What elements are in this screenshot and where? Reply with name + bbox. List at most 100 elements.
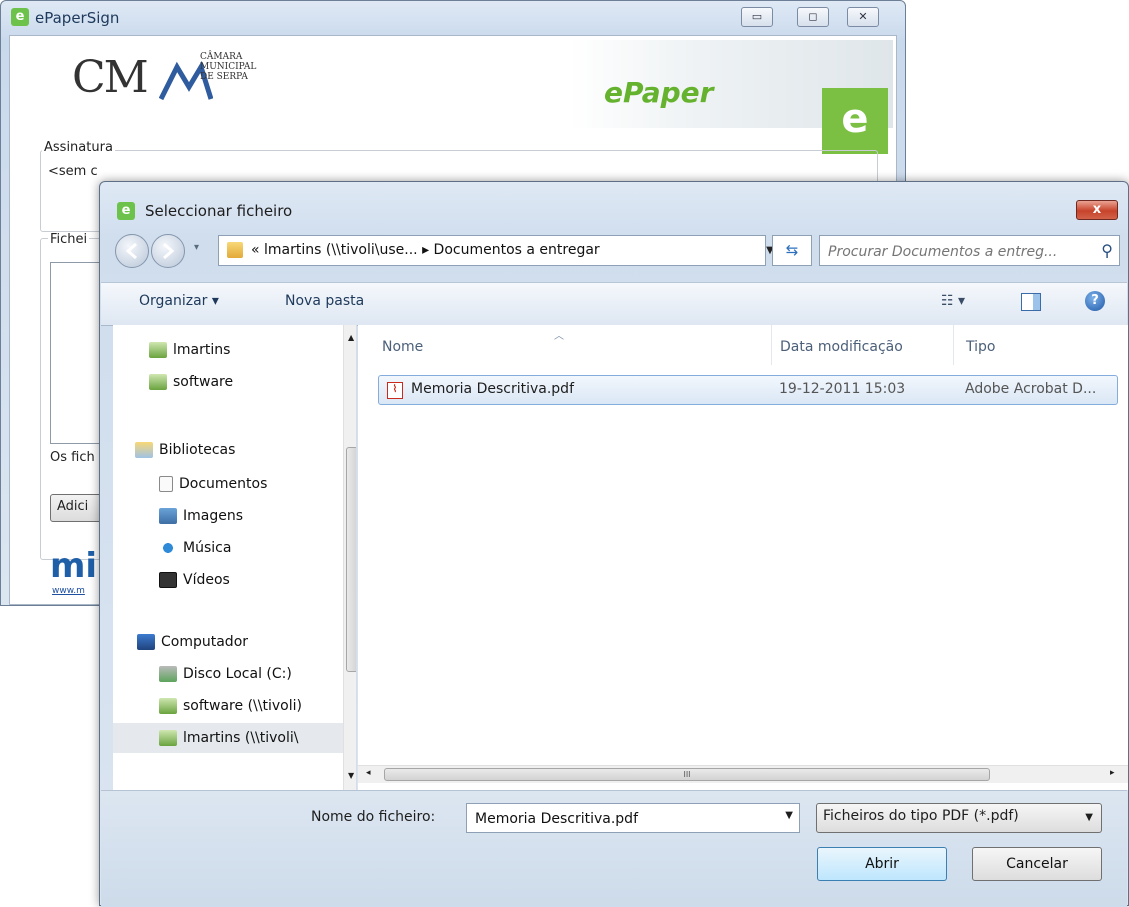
dialog-footer: Nome do ficheiro: ▼ Ficheiros do tipo PD… — [101, 790, 1127, 907]
file-open-dialog: e Seleccionar ficheiro x ▾ « lmartins (\… — [99, 181, 1129, 907]
nav-scrollbar[interactable]: ▲ ▼ — [343, 325, 356, 790]
pdf-file-icon: ⌇ — [387, 382, 403, 399]
file-date: 19-12-2011 15:03 — [779, 381, 906, 397]
column-header-type[interactable]: Tipo — [954, 325, 1128, 365]
forward-button[interactable] — [151, 234, 185, 268]
column-header-date[interactable]: Data modificação — [772, 325, 954, 365]
network-drive-icon — [149, 374, 167, 390]
chevron-down-icon[interactable]: ▼ — [785, 810, 793, 821]
nav-item-computador[interactable]: Computador — [137, 627, 356, 657]
filename-input[interactable] — [473, 807, 767, 831]
nav-item-disco-local[interactable]: Disco Local (C:) — [159, 659, 356, 689]
epaper-e-logo: e — [822, 88, 888, 154]
computer-icon — [137, 634, 155, 650]
pictures-icon — [159, 508, 177, 524]
nav-scroll-thumb[interactable] — [346, 447, 356, 672]
footer-logo: mi — [50, 546, 98, 586]
nav-item-label: Disco Local (C:) — [183, 666, 292, 682]
refresh-icon: ⇆ — [785, 241, 799, 259]
window-title: ePaperSign — [35, 9, 120, 27]
files-info-text: Os fich — [50, 450, 95, 465]
organize-button[interactable]: Organizar ▾ — [139, 293, 219, 309]
command-bar: Organizar ▾ Nova pasta ☷ ▾ ? — [101, 282, 1127, 326]
ficheiros-label: Fichei — [48, 232, 90, 247]
nav-item-label: lmartins (\\tivoli\ — [183, 730, 299, 746]
videos-icon — [159, 572, 177, 588]
new-folder-button[interactable]: Nova pasta — [285, 293, 364, 309]
nav-item-label: Música — [183, 540, 232, 556]
chevron-down-icon: ▼ — [1085, 812, 1093, 823]
filetype-value: Ficheiros do tipo PDF (*.pdf) — [823, 808, 1019, 824]
nav-item-software[interactable]: software — [149, 367, 356, 397]
dialog-title: Seleccionar ficheiro — [145, 202, 293, 220]
nav-item-label: Imagens — [183, 508, 244, 524]
maximize-button[interactable]: ◻ — [797, 7, 829, 27]
arrow-right-icon — [163, 242, 175, 260]
close-dialog-button[interactable]: x — [1076, 200, 1118, 220]
scroll-left-arrow[interactable]: ◂ — [366, 768, 371, 778]
music-icon — [159, 540, 177, 556]
file-list-pane: ︿ Nome Data modificação Tipo ⌇ Memoria D… — [358, 325, 1128, 790]
open-button[interactable]: Abrir — [817, 847, 947, 881]
filename-combobox[interactable]: ▼ — [466, 803, 800, 833]
close-window-button[interactable]: ✕ — [847, 7, 879, 27]
column-header-name[interactable]: Nome — [358, 325, 772, 365]
scroll-up-arrow[interactable]: ▲ — [348, 333, 354, 342]
local-disk-icon — [159, 666, 177, 682]
address-bar[interactable]: « lmartins (\\tivoli\use... ▸ Documentos… — [218, 235, 766, 266]
search-icon[interactable]: ⚲ — [1101, 241, 1113, 260]
documents-icon — [159, 476, 173, 492]
library-icon — [135, 442, 153, 458]
nav-item-label: Vídeos — [183, 572, 230, 588]
nav-item-label: Documentos — [179, 476, 268, 492]
network-drive-icon — [159, 698, 177, 714]
scroll-down-arrow[interactable]: ▼ — [348, 771, 354, 780]
epaper-app-icon: e — [11, 8, 29, 26]
nav-item-musica[interactable]: Música — [159, 533, 356, 563]
file-row[interactable]: ⌇ Memoria Descritiva.pdf 19-12-2011 15:0… — [378, 375, 1118, 405]
nav-item-label: Bibliotecas — [159, 442, 236, 458]
preview-pane-button[interactable] — [1021, 293, 1041, 311]
filetype-select[interactable]: Ficheiros do tipo PDF (*.pdf) ▼ — [816, 803, 1102, 833]
back-button[interactable] — [115, 234, 149, 268]
nav-item-label: Computador — [161, 634, 249, 650]
logo-cm-text: CM — [72, 52, 149, 103]
address-path[interactable]: « lmartins (\\tivoli\use... ▸ Documentos… — [251, 242, 600, 258]
cancel-button[interactable]: Cancelar — [972, 847, 1102, 881]
nav-item-lmartins[interactable]: lmartins — [149, 335, 356, 365]
epaper-app-icon: e — [117, 202, 135, 220]
search-box[interactable]: ⚲ — [819, 235, 1120, 266]
file-type: Adobe Acrobat D... — [965, 381, 1097, 397]
nav-item-documentos[interactable]: Documentos — [159, 469, 356, 499]
nav-item-lmartins-network[interactable]: lmartins (\\tivoli\ — [113, 723, 343, 753]
scroll-right-arrow[interactable]: ▸ — [1110, 768, 1115, 778]
minimize-button[interactable]: ▭ — [741, 7, 773, 27]
logo-line: MUNICIPAL — [200, 62, 257, 72]
certificate-text: <sem c — [48, 164, 98, 179]
nav-item-label: software — [173, 374, 234, 390]
nav-item-label: lmartins — [173, 342, 231, 358]
network-drive-icon — [159, 730, 177, 746]
logo-line: DE SERPA — [200, 72, 248, 82]
refresh-button[interactable]: ⇆ — [772, 235, 812, 266]
nav-item-bibliotecas[interactable]: Bibliotecas — [135, 435, 356, 465]
folder-icon — [227, 242, 243, 258]
arrow-left-icon — [125, 242, 137, 260]
assinatura-label: Assinatura — [42, 140, 115, 155]
nav-item-videos[interactable]: Vídeos — [159, 565, 356, 595]
logo-line: CÂMARA — [200, 52, 243, 62]
views-button[interactable]: ☷ ▾ — [941, 293, 965, 309]
recent-locations-button[interactable]: ▾ — [194, 242, 199, 253]
navigation-pane: lmartins software Bibliotecas Documentos… — [113, 325, 357, 790]
search-input[interactable] — [826, 239, 1090, 264]
horizontal-scroll-thumb[interactable]: III — [384, 768, 990, 781]
horizontal-scrollbar[interactable]: ◂ III ▸ — [358, 765, 1128, 783]
nav-item-software-network[interactable]: software (\\tivoli) — [159, 691, 356, 721]
help-icon[interactable]: ? — [1085, 291, 1105, 311]
nav-item-imagens[interactable]: Imagens — [159, 501, 356, 531]
nav-item-label: software (\\tivoli) — [183, 698, 302, 714]
epaper-brand: ePaper — [604, 76, 714, 109]
logo-text: CÂMARA MUNICIPAL DE SERPA — [200, 52, 256, 82]
footer-link[interactable]: www.m — [52, 586, 85, 596]
network-drive-icon — [149, 342, 167, 358]
